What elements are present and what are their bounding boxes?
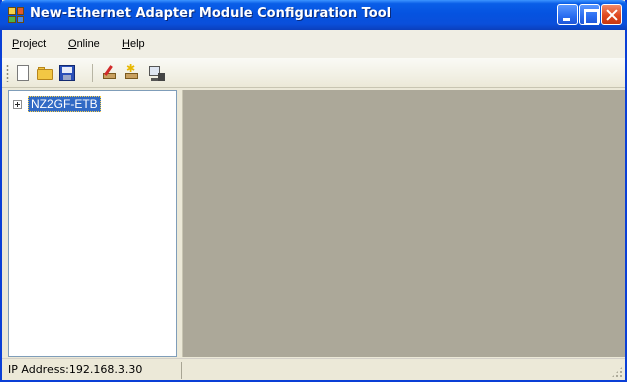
window-title: New-Ethernet Adapter Module Configuratio… xyxy=(30,6,392,21)
maximize-button[interactable] xyxy=(579,4,600,25)
app-window: New-Ethernet Adapter Module Configuratio… xyxy=(0,0,627,382)
menu-help-label: elp xyxy=(129,38,145,50)
resize-grip-icon[interactable] xyxy=(611,366,623,378)
expand-plus-icon[interactable] xyxy=(13,99,22,109)
menu-online-label: nline xyxy=(76,38,100,50)
menu-online-hotkey: O xyxy=(68,38,77,50)
menu-project[interactable]: Project xyxy=(12,38,46,50)
tree-node-label[interactable]: NZ2GF-ETB xyxy=(28,96,101,112)
toolbar-grip[interactable] xyxy=(6,64,9,82)
write-star-button[interactable]: ✱ xyxy=(122,63,140,82)
title-bar[interactable]: New-Ethernet Adapter Module Configuratio… xyxy=(0,0,627,30)
module-tree[interactable]: NZ2GF-ETB xyxy=(8,90,177,357)
toolbar: ✱ xyxy=(2,58,625,88)
open-folder-button[interactable] xyxy=(36,64,54,82)
status-bar: IP Address:192.168.3.30 xyxy=(2,358,625,380)
menu-help[interactable]: Help xyxy=(122,38,145,50)
new-file-button[interactable] xyxy=(14,64,32,82)
toolbar-separator xyxy=(92,64,93,82)
menu-project-label: roject xyxy=(19,38,47,50)
menu-online[interactable]: Online xyxy=(68,38,100,50)
minimize-button[interactable] xyxy=(557,4,578,25)
tree-node-root[interactable]: NZ2GF-ETB xyxy=(13,96,101,112)
menu-help-hotkey: H xyxy=(122,38,130,50)
app-icon xyxy=(8,7,24,23)
menu-bar: Project Online Help xyxy=(2,30,625,58)
workspace-area xyxy=(183,90,625,357)
status-ip-address: IP Address:192.168.3.30 xyxy=(6,362,182,379)
new-file-icon xyxy=(17,65,29,81)
save-button[interactable] xyxy=(58,64,76,82)
monitor-button[interactable] xyxy=(148,64,166,82)
close-button[interactable] xyxy=(601,4,622,25)
write-to-module-button[interactable] xyxy=(100,64,118,82)
